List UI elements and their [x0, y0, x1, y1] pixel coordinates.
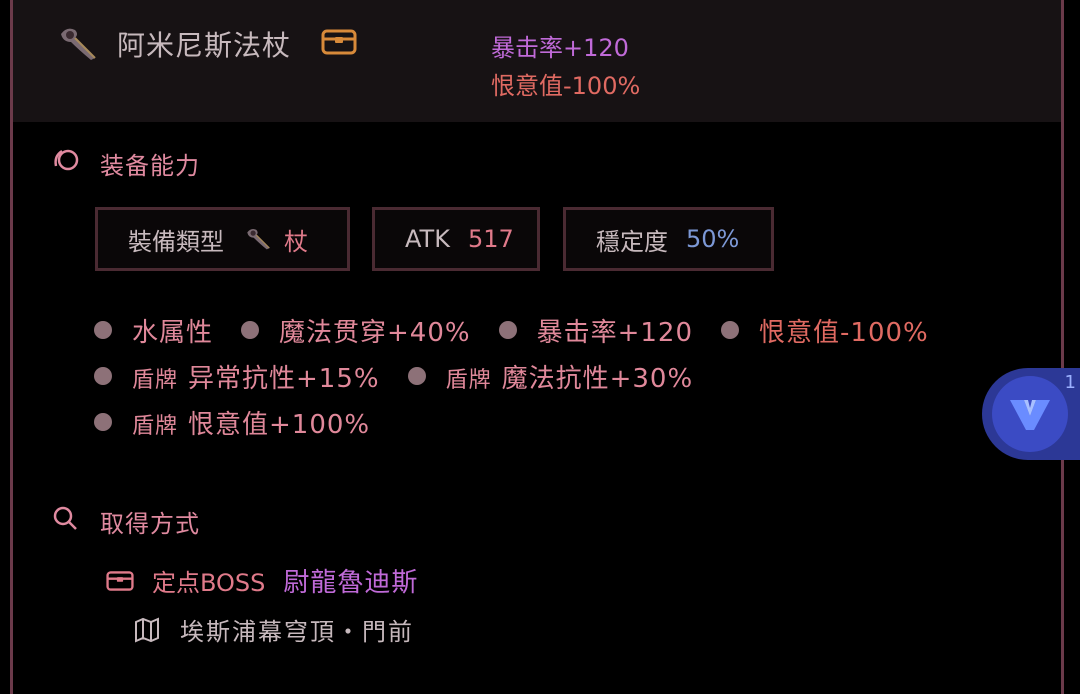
item-header: 阿米尼斯法杖 暴击率+120 恨意值-100% — [13, 0, 1061, 122]
boss-name-link[interactable]: 尉龍魯迪斯 — [283, 562, 418, 599]
bullet-icon — [241, 321, 260, 339]
search-icon — [53, 506, 77, 530]
trait-shield-prefix: 盾牌 — [132, 367, 179, 393]
trait-abnormal-resist: 异常抗性+15% — [188, 363, 380, 394]
trait-crit: 暴击率+120 — [536, 317, 694, 348]
trait-row-2: 盾牌 异常抗性+15% 盾牌 魔法抗性+30% — [94, 358, 721, 394]
chip-type-label: 裝備類型 — [128, 227, 224, 256]
v-logo-icon — [992, 376, 1068, 452]
bullet-icon — [94, 321, 112, 339]
trait-row-1: 水属性 魔法贯穿+40% 暴击率+120 恨意值-100% — [94, 312, 957, 348]
header-stat-hate: 恨意值-100% — [491, 72, 641, 100]
bullet-icon — [498, 321, 517, 339]
floating-assistant-button[interactable]: 1 — [982, 368, 1080, 460]
swirl-icon — [54, 149, 79, 171]
chip-atk-value: 517 — [467, 225, 514, 253]
bullet-icon — [721, 321, 740, 339]
chip-equip-type: 裝備類型 杖 — [95, 207, 350, 271]
ability-section-title: 装备能力 — [100, 152, 200, 180]
acquire-boss-row[interactable]: 定点BOSS 尉龍魯迪斯 — [106, 562, 418, 599]
trait-shield-prefix: 盾牌 — [445, 367, 492, 393]
trait-shield-hate: 恨意值+100% — [188, 409, 371, 440]
chip-atk-label: ATK — [405, 225, 450, 253]
chest-icon — [106, 570, 134, 591]
chip-stability-label: 穩定度 — [596, 227, 668, 256]
acquire-section-title: 取得方式 — [100, 510, 200, 538]
bullet-icon — [94, 413, 112, 431]
item-name: 阿米尼斯法杖 — [117, 29, 292, 62]
trait-hate: 恨意值-100% — [759, 317, 929, 348]
staff-icon — [61, 28, 96, 60]
badge-count: 1 — [1064, 372, 1076, 393]
bullet-icon — [407, 367, 426, 385]
trait-water: 水属性 — [132, 317, 214, 348]
acquire-location-row: 埃斯浦幕穹頂・門前 — [134, 612, 414, 647]
map-icon — [135, 616, 159, 643]
staff-icon — [247, 229, 270, 250]
location-text: 埃斯浦幕穹頂・門前 — [180, 618, 414, 646]
bullet-icon — [94, 367, 112, 385]
header-stat-crit: 暴击率+120 — [491, 34, 629, 62]
chest-icon[interactable] — [321, 28, 357, 56]
chip-atk: ATK 517 — [372, 207, 540, 271]
trait-row-3: 盾牌 恨意值+100% — [94, 404, 398, 440]
chip-type-value: 杖 — [284, 227, 308, 256]
acquire-type-label: 定点BOSS — [152, 569, 266, 597]
trait-magic-pierce: 魔法贯穿+40% — [279, 317, 471, 348]
trait-shield-prefix: 盾牌 — [132, 413, 179, 439]
chip-stability-value: 50% — [686, 225, 740, 253]
trait-magic-resist: 魔法抗性+30% — [501, 363, 694, 394]
chip-stability: 穩定度 50% — [563, 207, 774, 271]
